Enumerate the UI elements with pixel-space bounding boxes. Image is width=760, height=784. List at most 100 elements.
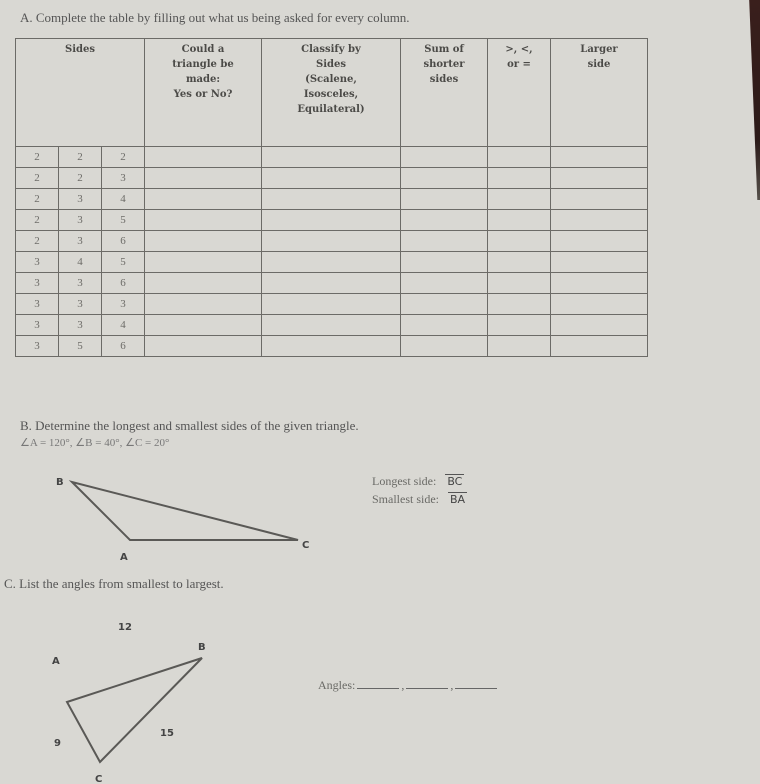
- comparison-cell[interactable]: [487, 188, 551, 210]
- table-row: 234: [15, 188, 648, 210]
- could-triangle-cell[interactable]: [144, 335, 262, 357]
- side-length-cell: 3: [101, 293, 145, 315]
- header-comparison: >, <, or =: [487, 38, 551, 147]
- header-could-triangle: Could a triangle be made: Yes or No?: [144, 38, 262, 147]
- header-line: made:: [185, 74, 221, 85]
- header-line: Sides: [315, 59, 346, 70]
- could-triangle-cell[interactable]: [144, 167, 262, 189]
- smallest-side-answer[interactable]: BA: [448, 492, 468, 506]
- vertex-c-label: C: [302, 540, 309, 551]
- table-row: 235: [15, 209, 648, 231]
- classify-cell[interactable]: [261, 230, 401, 252]
- longest-side-label: Longest side:: [372, 474, 437, 488]
- comparison-cell[interactable]: [487, 293, 551, 315]
- vertex-b-label: B: [56, 477, 64, 488]
- larger-side-cell[interactable]: [550, 251, 648, 273]
- triangle-b-shape: [68, 480, 299, 541]
- could-triangle-cell[interactable]: [144, 293, 262, 315]
- larger-side-cell[interactable]: [550, 230, 648, 252]
- sum-shorter-cell[interactable]: [400, 188, 488, 210]
- comparison-cell[interactable]: [487, 314, 551, 336]
- table-row: 333: [15, 293, 648, 315]
- worksheet-page: A. Complete the table by filling out wha…: [0, 0, 760, 784]
- sum-shorter-cell[interactable]: [400, 146, 488, 168]
- could-triangle-cell[interactable]: [144, 146, 262, 168]
- could-triangle-cell[interactable]: [144, 251, 262, 273]
- side-length-cell: 3: [58, 314, 102, 336]
- could-triangle-cell[interactable]: [144, 209, 262, 231]
- sum-shorter-cell[interactable]: [400, 167, 488, 189]
- angle-blank-1[interactable]: [357, 678, 400, 689]
- side-length-cell: 3: [58, 293, 102, 315]
- larger-side-cell[interactable]: [550, 314, 648, 336]
- smallest-side-row: Smallest side: BA: [372, 492, 468, 507]
- side-length-cell: 2: [15, 230, 59, 252]
- side-length-cell: 3: [101, 167, 145, 189]
- classify-cell[interactable]: [261, 272, 401, 294]
- larger-side-cell[interactable]: [550, 188, 648, 210]
- larger-side-cell[interactable]: [550, 293, 648, 315]
- part-b-angles: ∠A = 120°, ∠B = 40°, ∠C = 20°: [20, 437, 170, 449]
- header-line: Equilateral): [297, 104, 365, 115]
- angle-blank-2[interactable]: [406, 678, 449, 689]
- side-length-cell: 4: [101, 314, 145, 336]
- side-length-cell: 5: [101, 251, 145, 273]
- angle-blank-3[interactable]: [455, 678, 498, 689]
- vertex-c-label: C: [95, 774, 102, 784]
- angles-label: Angles:: [318, 678, 356, 692]
- comparison-cell[interactable]: [487, 167, 551, 189]
- classify-cell[interactable]: [261, 293, 401, 315]
- header-line: Classify by: [301, 44, 361, 55]
- could-triangle-cell[interactable]: [144, 188, 262, 210]
- classify-cell[interactable]: [261, 209, 401, 231]
- sum-shorter-cell[interactable]: [400, 314, 488, 336]
- longest-side-answer[interactable]: BC: [445, 474, 465, 488]
- sum-shorter-cell[interactable]: [400, 272, 488, 294]
- side-length-cell: 2: [15, 188, 59, 210]
- separator: ,: [401, 678, 405, 692]
- comparison-cell[interactable]: [487, 335, 551, 357]
- could-triangle-cell[interactable]: [144, 230, 262, 252]
- part-b-instruction: B. Determine the longest and smallest si…: [20, 418, 359, 433]
- classify-cell[interactable]: [261, 335, 401, 357]
- comparison-cell[interactable]: [487, 251, 551, 273]
- classify-cell[interactable]: [261, 188, 401, 210]
- could-triangle-cell[interactable]: [144, 272, 262, 294]
- header-line: or =: [507, 59, 531, 70]
- larger-side-cell[interactable]: [550, 209, 648, 231]
- comparison-cell[interactable]: [487, 272, 551, 294]
- separator: ,: [450, 678, 454, 692]
- classify-cell[interactable]: [261, 251, 401, 273]
- classify-cell[interactable]: [261, 314, 401, 336]
- larger-side-cell[interactable]: [550, 167, 648, 189]
- side-length-cell: 2: [15, 209, 59, 231]
- classify-cell[interactable]: [261, 146, 401, 168]
- could-triangle-cell[interactable]: [144, 314, 262, 336]
- comparison-cell[interactable]: [487, 146, 551, 168]
- side-length-cell: 3: [15, 293, 59, 315]
- classify-cell[interactable]: [261, 167, 401, 189]
- side-length-cell: 2: [15, 146, 59, 168]
- header-line: Yes or No?: [173, 89, 233, 100]
- header-sum-shorter: Sum of shorter sides: [400, 38, 488, 147]
- sum-shorter-cell[interactable]: [400, 209, 488, 231]
- sum-shorter-cell[interactable]: [400, 230, 488, 252]
- side-length-cell: 4: [58, 251, 102, 273]
- sum-shorter-cell[interactable]: [400, 335, 488, 357]
- side-length-cell: 2: [101, 146, 145, 168]
- photo-background-edge: [749, 0, 760, 200]
- sum-shorter-cell[interactable]: [400, 251, 488, 273]
- comparison-cell[interactable]: [487, 209, 551, 231]
- vertex-a-label: A: [52, 656, 60, 667]
- header-line: Sum of: [424, 44, 464, 55]
- sum-shorter-cell[interactable]: [400, 293, 488, 315]
- triangle-figure-b: B A C: [56, 477, 309, 563]
- larger-side-cell[interactable]: [550, 335, 648, 357]
- larger-side-cell[interactable]: [550, 272, 648, 294]
- side-length-cell: 3: [58, 209, 102, 231]
- comparison-cell[interactable]: [487, 230, 551, 252]
- triangle-c-shape: [65, 657, 203, 764]
- table-row: 223: [15, 167, 648, 189]
- side-length-cell: 2: [58, 146, 102, 168]
- larger-side-cell[interactable]: [550, 146, 648, 168]
